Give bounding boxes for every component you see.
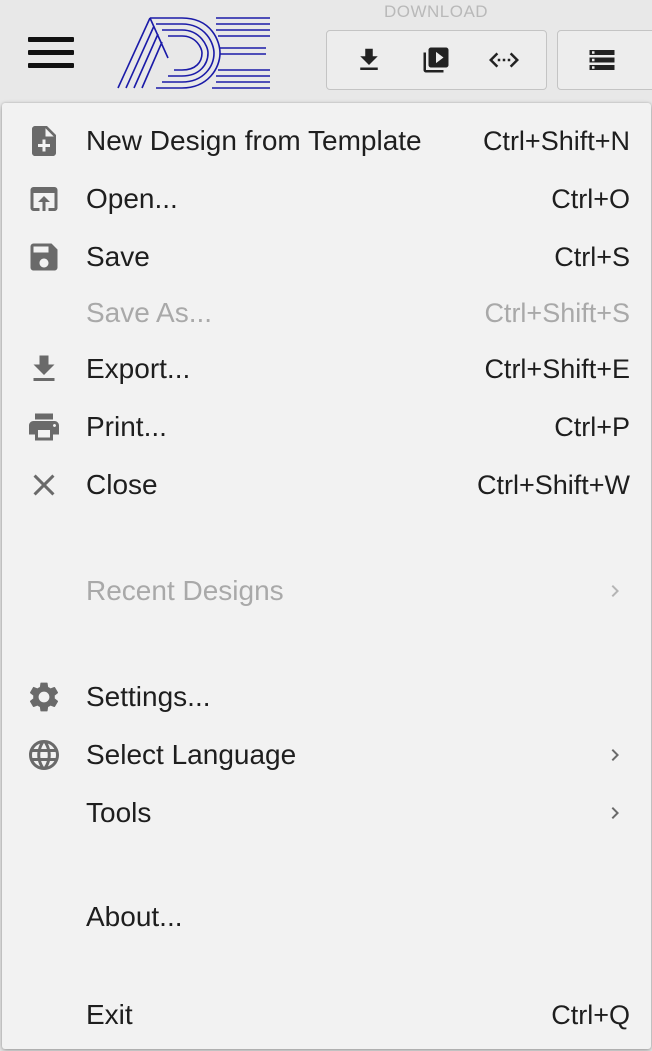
download-button[interactable] <box>347 38 391 82</box>
globe-icon <box>26 737 62 773</box>
download-toolgroup <box>326 30 547 90</box>
download-icon <box>26 351 62 387</box>
menu-item-shortcut: Ctrl+Shift+W <box>476 469 630 500</box>
menu-item-exit[interactable]: Exit Ctrl+Q <box>2 987 651 1043</box>
menu-item-shortcut: Ctrl+Shift+S <box>484 297 630 328</box>
menu-item-new-from-template[interactable]: New Design from Template Ctrl+Shift+N <box>2 113 651 169</box>
menu-item-save[interactable]: Save Ctrl+S <box>2 229 651 285</box>
storage-icon <box>589 50 615 70</box>
chevron-right-icon <box>603 743 627 767</box>
menu-item-export[interactable]: Export... Ctrl+Shift+E <box>2 341 651 397</box>
code-icon <box>489 52 520 68</box>
embed-code-button[interactable] <box>482 38 526 82</box>
menu-item-label: Select Language <box>86 739 297 770</box>
note-add-icon <box>26 123 62 159</box>
menu-item-label: Export... <box>86 353 191 384</box>
menu-item-close[interactable]: Close Ctrl+Shift+W <box>2 457 651 513</box>
menu-item-save-as: Save As... Ctrl+Shift+S <box>2 285 651 341</box>
menu-item-shortcut: Ctrl+Shift+E <box>484 353 630 384</box>
menu-item-label: Settings... <box>86 681 211 712</box>
file-menu: New Design from Template Ctrl+Shift+N Op… <box>2 103 651 1049</box>
save-icon <box>26 239 62 275</box>
menu-item-open[interactable]: Open... Ctrl+O <box>2 171 651 227</box>
menu-item-label: Open... <box>86 183 178 214</box>
menu-item-shortcut: Ctrl+P <box>554 411 630 442</box>
app-logo <box>117 17 270 89</box>
menu-item-label: Close <box>86 469 158 500</box>
menu-item-label: Tools <box>86 797 152 828</box>
chevron-right-icon <box>603 801 627 825</box>
menu-item-tools[interactable]: Tools <box>2 785 651 841</box>
storage-toolgroup <box>557 30 652 90</box>
print-icon <box>26 409 62 445</box>
chevron-right-icon <box>603 579 627 603</box>
menu-item-label: Exit <box>86 999 133 1030</box>
menu-item-shortcut: Ctrl+Q <box>551 999 630 1030</box>
hamburger-menu-icon[interactable] <box>24 34 78 74</box>
close-icon <box>26 467 62 503</box>
menu-item-shortcut: Ctrl+S <box>554 241 630 272</box>
menu-item-label: About... <box>86 901 183 932</box>
menu-item-settings[interactable]: Settings... <box>2 669 651 725</box>
menu-item-recent-designs: Recent Designs <box>2 563 651 619</box>
storage-button[interactable] <box>580 38 624 82</box>
menu-item-shortcut: Ctrl+Shift+N <box>482 125 630 156</box>
download-group-label: DOWNLOAD <box>383 2 489 21</box>
menu-item-shortcut: Ctrl+O <box>551 183 630 214</box>
menu-item-label: Recent Designs <box>86 575 284 606</box>
gear-icon <box>26 679 62 715</box>
top-toolbar: DOWNLOAD <box>0 0 652 104</box>
video-library-button[interactable] <box>414 38 458 82</box>
menu-item-label: Save As... <box>86 297 213 328</box>
menu-item-select-language[interactable]: Select Language <box>2 727 651 783</box>
video-library-icon <box>423 47 449 73</box>
menu-item-label: Save <box>86 241 150 272</box>
menu-item-about[interactable]: About... <box>2 889 651 945</box>
menu-item-label: Print... <box>86 411 167 442</box>
menu-item-print[interactable]: Print... Ctrl+P <box>2 399 651 455</box>
download-icon <box>360 48 378 70</box>
menu-item-label: New Design from Template <box>86 125 422 156</box>
open-upload-icon <box>26 181 62 217</box>
